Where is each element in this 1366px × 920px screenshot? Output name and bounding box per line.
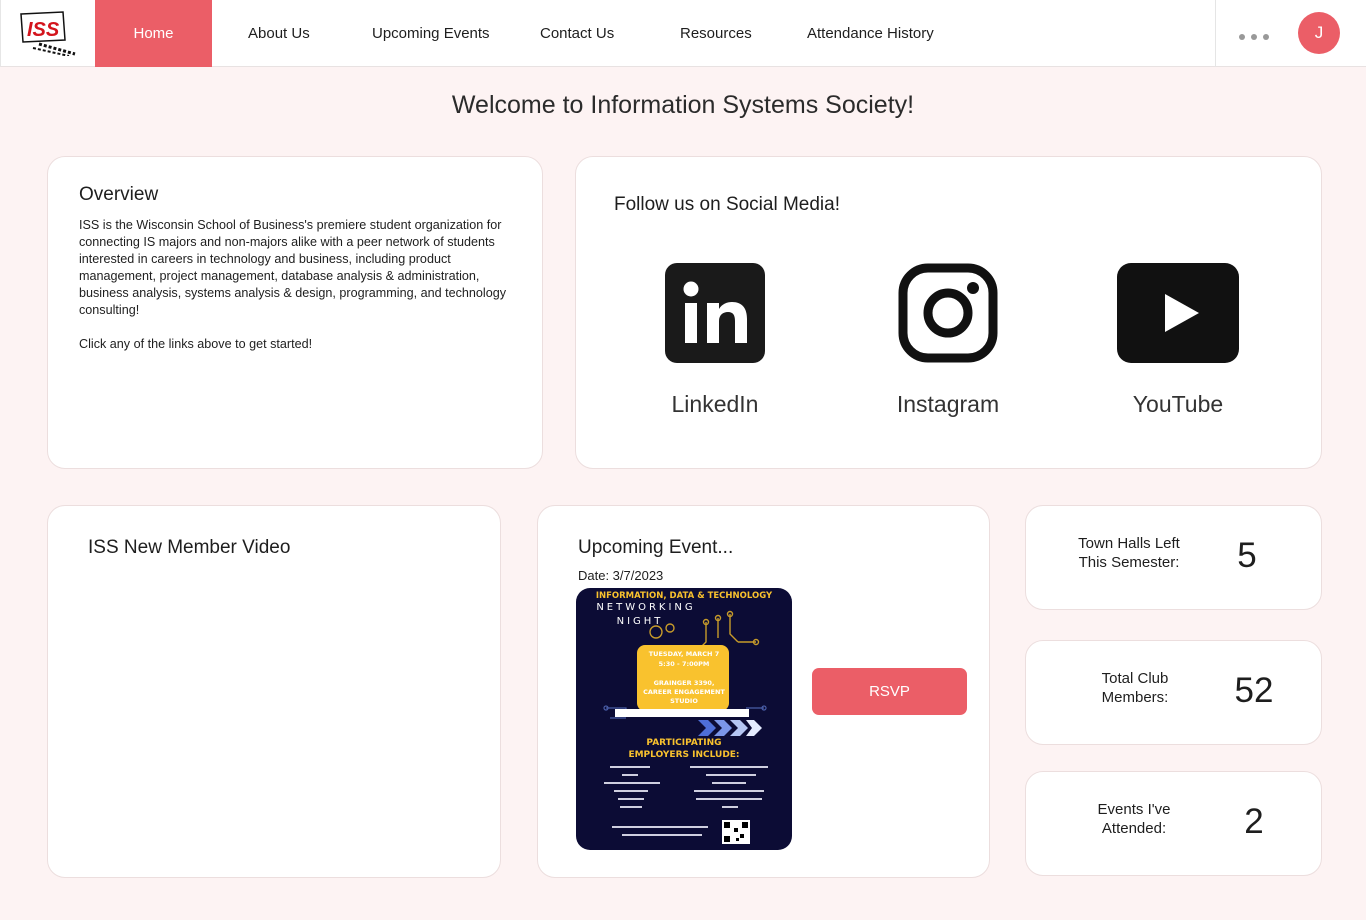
social-youtube[interactable]: YouTube <box>1093 263 1263 418</box>
instagram-icon[interactable] <box>898 263 998 363</box>
event-poster[interactable]: INFORMATION, DATA & TECHNOLOGY NETWORKIN… <box>576 588 792 850</box>
linkedin-label[interactable]: LinkedIn <box>630 391 800 418</box>
instagram-label[interactable]: Instagram <box>863 391 1033 418</box>
social-media-card: Follow us on Social Media! LinkedIn Inst… <box>575 156 1322 469</box>
stat-members-card: Total Club Members: 52 <box>1025 640 1322 745</box>
more-dots-icon[interactable] <box>1239 34 1269 40</box>
poster-participating-1: PARTICIPATING <box>646 738 722 748</box>
poster-where-2: CAREER ENGAGEMENT <box>643 688 725 696</box>
overview-body: ISS is the Wisconsin School of Business'… <box>79 217 509 353</box>
event-title: Upcoming Event... <box>578 537 734 558</box>
poster-header: INFORMATION, DATA & TECHNOLOGY <box>595 591 773 601</box>
stat-attended-label: Events I've Attended: <box>1071 800 1197 838</box>
svg-text:ISS: ISS <box>27 19 60 41</box>
rsvp-button[interactable]: RSVP <box>812 668 967 715</box>
nav-resources[interactable]: Resources <box>680 0 752 67</box>
nav-about-us[interactable]: About Us <box>248 0 310 67</box>
poster-employer-list <box>604 766 768 844</box>
nav-contact-us[interactable]: Contact Us <box>540 0 614 67</box>
stat-members-label: Total Club Members: <box>1072 669 1198 707</box>
stat-attended-label-1: Events I've <box>1097 801 1171 818</box>
user-avatar[interactable]: J <box>1298 12 1340 54</box>
nav-attendance-history[interactable]: Attendance History <box>807 0 934 67</box>
poster-time: 5:30 - 7:00PM <box>658 660 710 668</box>
nav-upcoming-events[interactable]: Upcoming Events <box>372 0 490 67</box>
stat-members-label-2: Members: <box>1101 689 1169 706</box>
social-instagram[interactable]: Instagram <box>863 263 1033 418</box>
poster-participating-2: EMPLOYERS INCLUDE: <box>628 750 740 760</box>
overview-prompt: Click any of the links above to get star… <box>79 337 313 351</box>
stat-town-halls-card: Town Halls Left This Semester: 5 <box>1025 505 1322 610</box>
stat-town-halls-label-2: This Semester: <box>1078 554 1180 571</box>
event-date: Date: 3/7/2023 <box>578 568 664 583</box>
stat-town-halls-label-1: Town Halls Left <box>1078 535 1180 552</box>
youtube-icon[interactable] <box>1117 263 1239 363</box>
linkedin-icon[interactable] <box>665 263 765 363</box>
stat-attended-value: 2 <box>1244 802 1264 841</box>
stat-attended-card: Events I've Attended: 2 <box>1025 771 1322 876</box>
poster-when: TUESDAY, MARCH 7 <box>648 650 720 658</box>
poster-where-1: GRAINGER 3390, <box>653 679 715 687</box>
stat-members-label-1: Total Club <box>1101 670 1169 687</box>
stat-members-value: 52 <box>1234 671 1274 710</box>
social-title: Follow us on Social Media! <box>614 194 840 215</box>
social-linkedin[interactable]: LinkedIn <box>630 263 800 418</box>
stat-attended-label-2: Attended: <box>1101 820 1167 837</box>
video-title: ISS New Member Video <box>88 537 291 558</box>
poster-where-3: STUDIO <box>670 697 698 705</box>
page-title: Welcome to Information Systems Society! <box>451 91 915 119</box>
nav-home[interactable]: Home <box>95 0 212 67</box>
overview-title: Overview <box>79 184 159 205</box>
upcoming-event-card: Upcoming Event... Date: 3/7/2023 INFORMA… <box>537 505 990 878</box>
chevrons-icon <box>698 720 762 736</box>
new-member-video-card[interactable]: ISS New Member Video <box>47 505 501 878</box>
overview-paragraph: ISS is the Wisconsin School of Business'… <box>79 218 507 317</box>
youtube-label[interactable]: YouTube <box>1093 391 1263 418</box>
stat-town-halls-label: Town Halls Left This Semester: <box>1066 534 1192 572</box>
stat-town-halls-value: 5 <box>1237 536 1257 575</box>
poster-divider <box>615 709 749 717</box>
overview-card: Overview ISS is the Wisconsin School of … <box>47 156 543 469</box>
iss-logo[interactable]: ISS <box>19 10 79 57</box>
nav-divider <box>1215 0 1216 67</box>
top-nav: ISS Home About Us Upcoming Events Contac… <box>0 0 1366 67</box>
